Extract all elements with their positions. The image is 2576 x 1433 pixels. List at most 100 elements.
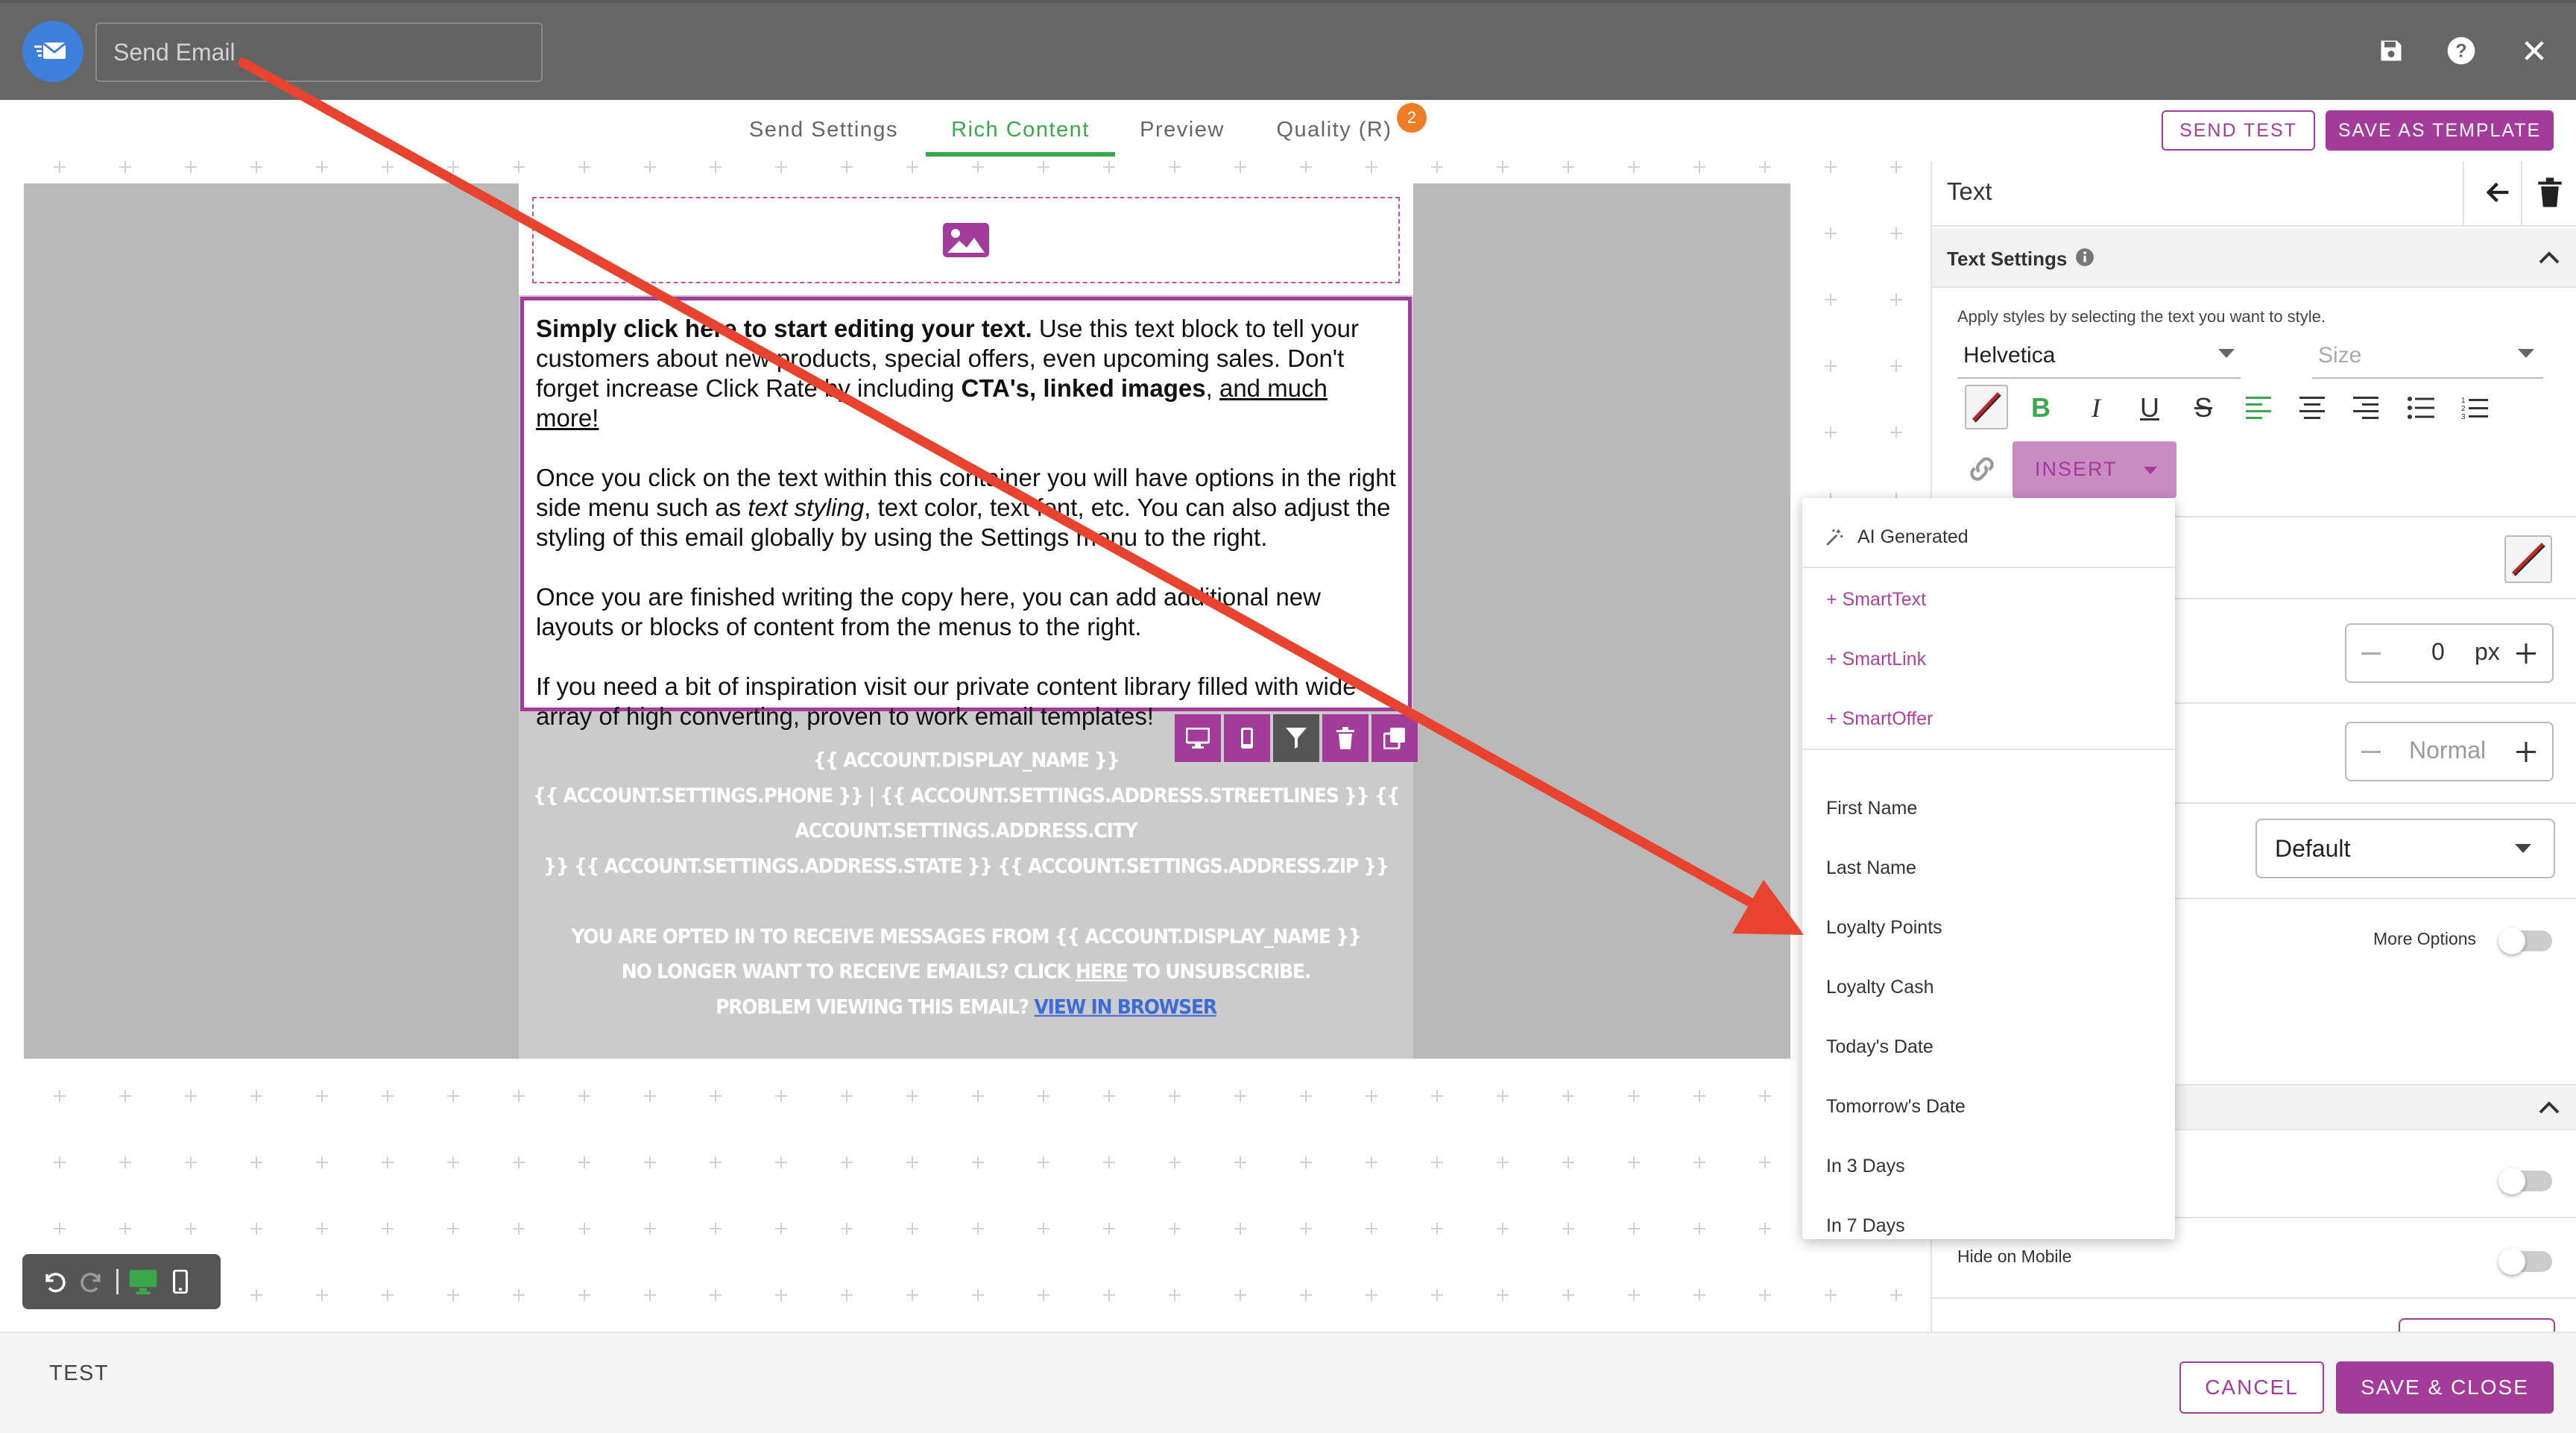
minus-icon[interactable]: [2360, 737, 2390, 766]
divider: [1932, 1297, 2576, 1299]
dropdown-caret-icon: [2218, 349, 2235, 359]
hide-on-mobile-toggle[interactable]: [2498, 1248, 2552, 1275]
letter-spacing-unit: px: [2475, 638, 2500, 665]
letter-spacing-stepper: 0 px: [2345, 623, 2554, 683]
strikethrough-icon[interactable]: S: [2184, 388, 2223, 427]
view-toolbar: [22, 1254, 221, 1309]
back-arrow-icon[interactable]: [2484, 177, 2516, 210]
view-in-browser-link[interactable]: VIEW IN BROWSER: [1034, 995, 1217, 1018]
panel-action-button[interactable]: [2399, 1318, 2555, 1332]
insert-label: INSERT: [2035, 458, 2118, 480]
align-right-icon[interactable]: [2346, 388, 2385, 427]
font-size-placeholder: Size: [2318, 343, 2362, 368]
menu-item-loyalty-cash[interactable]: Loyalty Cash: [1802, 957, 2175, 1017]
underline-icon[interactable]: U: [2130, 388, 2169, 427]
menu-item-smarttext[interactable]: + SmartText: [1802, 570, 2175, 629]
magic-wand-icon: [1825, 528, 1844, 547]
menu-divider: [1802, 567, 2175, 568]
text-settings-header[interactable]: Text Settings: [1932, 228, 2576, 288]
close-icon[interactable]: [2515, 31, 2554, 70]
bullet-list-icon[interactable]: [2402, 388, 2440, 427]
menu-item-in-7-days[interactable]: In 7 Days: [1802, 1196, 2175, 1239]
undo-icon[interactable]: [36, 1263, 73, 1300]
save-as-template-button[interactable]: SAVE AS TEMPLATE: [2326, 110, 2554, 151]
paragraph-3: Once you are finished writing the copy h…: [536, 583, 1321, 640]
text-direction-select[interactable]: Default: [2255, 819, 2555, 878]
minus-icon[interactable]: [2360, 638, 2390, 668]
link-icon[interactable]: [1965, 452, 2004, 491]
tab-rich-content[interactable]: Rich Content: [926, 113, 1115, 157]
style-hint: Apply styles by selecting the text you w…: [1957, 307, 2326, 326]
menu-item-first-name[interactable]: First Name: [1802, 778, 2175, 838]
paragraph-2: Once you click on the text within this c…: [536, 464, 1396, 551]
toggle-knob: [2498, 927, 2525, 954]
divider: [2521, 161, 2522, 227]
svg-text:?: ?: [2455, 40, 2466, 61]
send-test-button[interactable]: SEND TEST: [2162, 110, 2315, 151]
text-color-swatch[interactable]: [1965, 385, 2008, 429]
font-size-select[interactable]: Size: [2312, 338, 2543, 379]
unsubscribe-link[interactable]: HERE: [1076, 960, 1128, 983]
insert-button[interactable]: INSERT: [2012, 441, 2176, 498]
font-family-select[interactable]: Helvetica: [1957, 338, 2241, 379]
menu-item-ai-generated[interactable]: AI Generated: [1802, 507, 2175, 567]
email-footer: {{ ACCOUNT.DISPLAY_NAME }} {{ ACCOUNT.SE…: [519, 743, 1413, 1024]
align-center-icon[interactable]: [2293, 388, 2332, 427]
numbered-list-icon[interactable]: 123: [2455, 388, 2494, 427]
mobile-view-icon[interactable]: [162, 1263, 199, 1300]
panel-header: Text: [1932, 161, 2576, 227]
tab-preview[interactable]: Preview: [1128, 113, 1236, 157]
quality-badge: 2: [1397, 103, 1427, 133]
info-icon[interactable]: [2075, 248, 2096, 268]
text-direction-value: Default: [2275, 835, 2351, 862]
plus-icon[interactable]: [2515, 638, 2545, 668]
email-logo-icon: [22, 21, 83, 82]
bold-icon[interactable]: B: [2021, 388, 2060, 427]
more-options-toggle[interactable]: [2498, 927, 2552, 954]
footer-address-line-1: {{ ACCOUNT.SETTINGS.PHONE }} | {{ ACCOUN…: [532, 784, 1400, 843]
chevron-up-icon[interactable]: [2536, 245, 2566, 274]
hide-on-mobile-label: Hide on Mobile: [1957, 1247, 2072, 1266]
line-height-stepper: Normal: [2345, 722, 2554, 781]
save-icon[interactable]: [2372, 31, 2411, 70]
toggle-knob: [2498, 1248, 2525, 1275]
dropdown-caret-icon: [2515, 844, 2531, 854]
toggle-knob: [2498, 1168, 2525, 1194]
plus-icon[interactable]: [2515, 737, 2545, 766]
svg-text:1: 1: [2461, 397, 2466, 405]
menu-item-loyalty-points[interactable]: Loyalty Points: [1802, 898, 2175, 957]
tab-send-settings[interactable]: Send Settings: [738, 113, 909, 157]
cancel-button[interactable]: CANCEL: [2179, 1361, 2324, 1414]
menu-item-in-3-days[interactable]: In 3 Days: [1802, 1136, 2175, 1196]
menu-divider: [1802, 749, 2175, 750]
menu-item-smartoffer[interactable]: + SmartOffer: [1802, 689, 2175, 749]
background-color-swatch[interactable]: [2504, 535, 2552, 583]
toolbar-divider: [116, 1269, 119, 1294]
chevron-up-icon[interactable]: [2536, 1095, 2566, 1124]
help-icon[interactable]: ?: [2442, 31, 2481, 70]
text-block[interactable]: Simply click here to start editing your …: [520, 297, 1412, 730]
align-left-icon[interactable]: [2239, 388, 2278, 427]
save-and-close-button[interactable]: SAVE & CLOSE: [2336, 1361, 2554, 1414]
menu-item-todays-date[interactable]: Today's Date: [1802, 1017, 2175, 1077]
email-title-input[interactable]: Send Email: [95, 22, 543, 82]
font-family-value: Helvetica: [1963, 343, 2056, 368]
italic-icon[interactable]: I: [2077, 388, 2115, 427]
dropdown-caret-icon: [2144, 467, 2157, 476]
menu-item-smartlink[interactable]: + SmartLink: [1802, 629, 2175, 689]
hide-on-desktop-toggle[interactable]: [2498, 1168, 2552, 1194]
desktop-view-icon[interactable]: [124, 1263, 162, 1300]
letter-spacing-value[interactable]: 0: [2431, 638, 2445, 666]
svg-text:2: 2: [2461, 405, 2466, 413]
tab-quality[interactable]: Quality (R): [1267, 113, 1401, 157]
menu-item-last-name[interactable]: Last Name: [1802, 838, 2175, 898]
bottom-label: TEST: [49, 1361, 110, 1385]
image-icon: [943, 223, 989, 257]
menu-item-tomorrows-date[interactable]: Tomorrow's Date: [1802, 1077, 2175, 1136]
line-height-value[interactable]: Normal: [2409, 737, 2486, 764]
trash-icon[interactable]: [2537, 177, 2570, 210]
divider: [2463, 161, 2464, 227]
footer-display-name: {{ ACCOUNT.DISPLAY_NAME }}: [812, 749, 1120, 772]
image-placeholder[interactable]: [532, 197, 1400, 283]
redo-icon[interactable]: [73, 1263, 110, 1300]
